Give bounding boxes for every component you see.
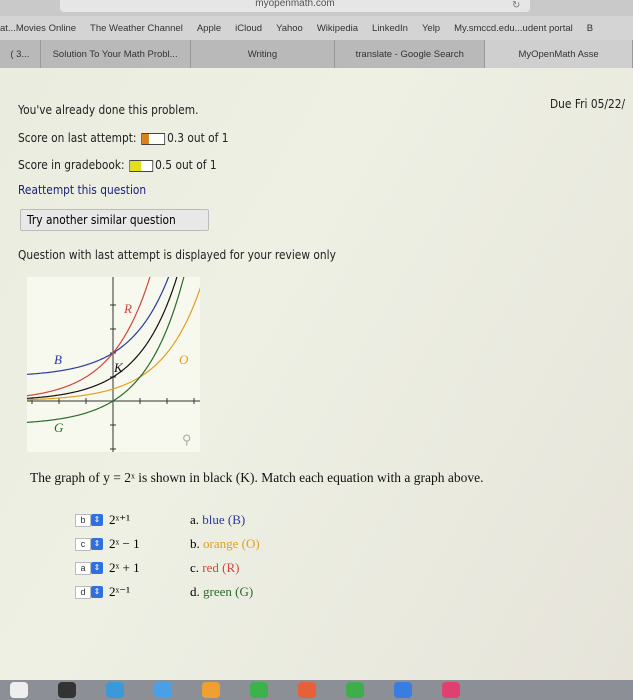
answer-select[interactable]: c ⇕ 2ˣ − 1 (75, 536, 140, 552)
dock-app-icon[interactable] (394, 682, 412, 698)
equation: 2ˣ⁺¹ (109, 512, 131, 527)
bookmark-item[interactable]: B (587, 23, 593, 34)
option-letter: a. (190, 512, 200, 527)
label-r: R (124, 301, 132, 316)
option-letter: b. (190, 536, 200, 551)
equation: 2ˣ + 1 (109, 560, 140, 575)
select-value[interactable]: a (75, 561, 91, 575)
dock-app-icon[interactable] (10, 682, 28, 698)
last-attempt-bar (141, 132, 166, 145)
label-k: K (114, 360, 123, 375)
answer-select[interactable]: a ⇕ 2ˣ + 1 (75, 560, 140, 576)
label-b: B (54, 352, 62, 367)
try-another-label: Try another similar question (27, 212, 176, 227)
select-arrows-icon[interactable]: ⇕ (91, 538, 103, 550)
option-text: green (G) (203, 584, 254, 599)
option-letter: d. (190, 584, 200, 599)
bookmarks-bar: at...Movies Online The Weather Channel App… (0, 16, 633, 40)
select-value[interactable]: d (75, 585, 91, 599)
curve-r (23, 274, 152, 397)
bookmark-item[interactable]: LinkedIn (372, 23, 408, 34)
browser-tab[interactable]: translate - Google Search (335, 40, 486, 68)
gradebook-label: Score in gradebook: (18, 157, 125, 172)
try-another-button[interactable]: Try another similar question (20, 209, 210, 231)
url-field[interactable]: myopenmath.com (60, 0, 530, 12)
select-arrows-icon[interactable]: ⇕ (91, 562, 103, 574)
answer-select[interactable]: d ⇕ 2ˣ⁻¹ (75, 584, 130, 600)
address-bar[interactable]: myopenmath.com ↻ (0, 0, 633, 16)
option-text: orange (O) (203, 536, 260, 551)
option-text: red (R) (202, 560, 240, 575)
dock (0, 680, 633, 700)
bookmark-item[interactable]: Apple (197, 23, 221, 34)
label-o: O (179, 352, 189, 367)
browser-tab[interactable]: Writing (191, 40, 336, 68)
select-arrows-icon[interactable]: ⇕ (91, 514, 103, 526)
gradebook-bar (129, 159, 154, 172)
option-text: blue (B) (202, 512, 246, 527)
match-option: b. orange (O) (190, 536, 260, 552)
browser-tab[interactable]: Solution To Your Math Probl... (41, 40, 191, 68)
match-option: c. red (R) (190, 560, 239, 576)
bookmark-item[interactable]: iCloud (235, 23, 262, 34)
option-letter: c. (190, 560, 200, 575)
bookmark-item[interactable]: at...Movies Online (0, 23, 76, 34)
bookmark-item[interactable]: Wikipedia (317, 23, 358, 34)
bookmark-item[interactable]: Yelp (422, 23, 440, 34)
select-arrows-icon[interactable]: ⇕ (91, 586, 103, 598)
reload-icon[interactable]: ↻ (512, 0, 520, 11)
gradebook-score: 0.5 out of 1 (155, 157, 217, 172)
dock-app-icon[interactable] (346, 682, 364, 698)
match-option: d. green (G) (190, 584, 253, 600)
bookmark-item[interactable]: The Weather Channel (90, 23, 183, 34)
already-done-text: You've already done this problem. (18, 102, 199, 117)
equation: 2ˣ⁻¹ (109, 584, 131, 599)
reattempt-link[interactable]: Reattempt this question (18, 182, 146, 197)
last-attempt-row: Score on last attempt: 0.3 out of 1 (18, 130, 229, 145)
dock-app-icon[interactable] (298, 682, 316, 698)
zoom-icon[interactable]: ⚲ (182, 432, 192, 448)
answer-select[interactable]: b ⇕ 2ˣ⁺¹ (75, 512, 130, 528)
dock-app-icon[interactable] (58, 682, 76, 698)
browser-tab[interactable]: ( 3... (0, 40, 41, 68)
bookmark-item[interactable]: My.smccd.edu...udent portal (454, 23, 573, 34)
dock-app-icon[interactable] (442, 682, 460, 698)
due-date: Due Fri 05/22/ (550, 96, 626, 111)
tab-bar: ( 3... Solution To Your Math Probl... Writ… (0, 40, 633, 68)
match-option: a. blue (B) (190, 512, 245, 528)
select-value[interactable]: c (75, 537, 91, 551)
equation: 2ˣ − 1 (109, 536, 140, 551)
gradebook-row: Score in gradebook: 0.5 out of 1 (18, 157, 217, 172)
select-value[interactable]: b (75, 513, 91, 527)
dock-app-icon[interactable] (154, 682, 172, 698)
last-attempt-label: Score on last attempt: (18, 130, 137, 145)
curve-b (23, 273, 171, 376)
dock-app-icon[interactable] (106, 682, 124, 698)
dock-app-icon[interactable] (250, 682, 268, 698)
review-note: Question with last attempt is displayed … (18, 247, 336, 262)
bookmark-item[interactable]: Yahoo (276, 23, 303, 34)
question-prompt: The graph of y = 2ˣ is shown in black (K… (30, 470, 484, 485)
browser-tab[interactable]: MyOpenMath Asse (485, 40, 633, 68)
label-g: G (54, 420, 64, 435)
graph: R B K O G ⚲ (23, 273, 203, 452)
dock-app-icon[interactable] (202, 682, 220, 698)
curve-k (23, 274, 179, 400)
last-attempt-score: 0.3 out of 1 (167, 130, 229, 145)
